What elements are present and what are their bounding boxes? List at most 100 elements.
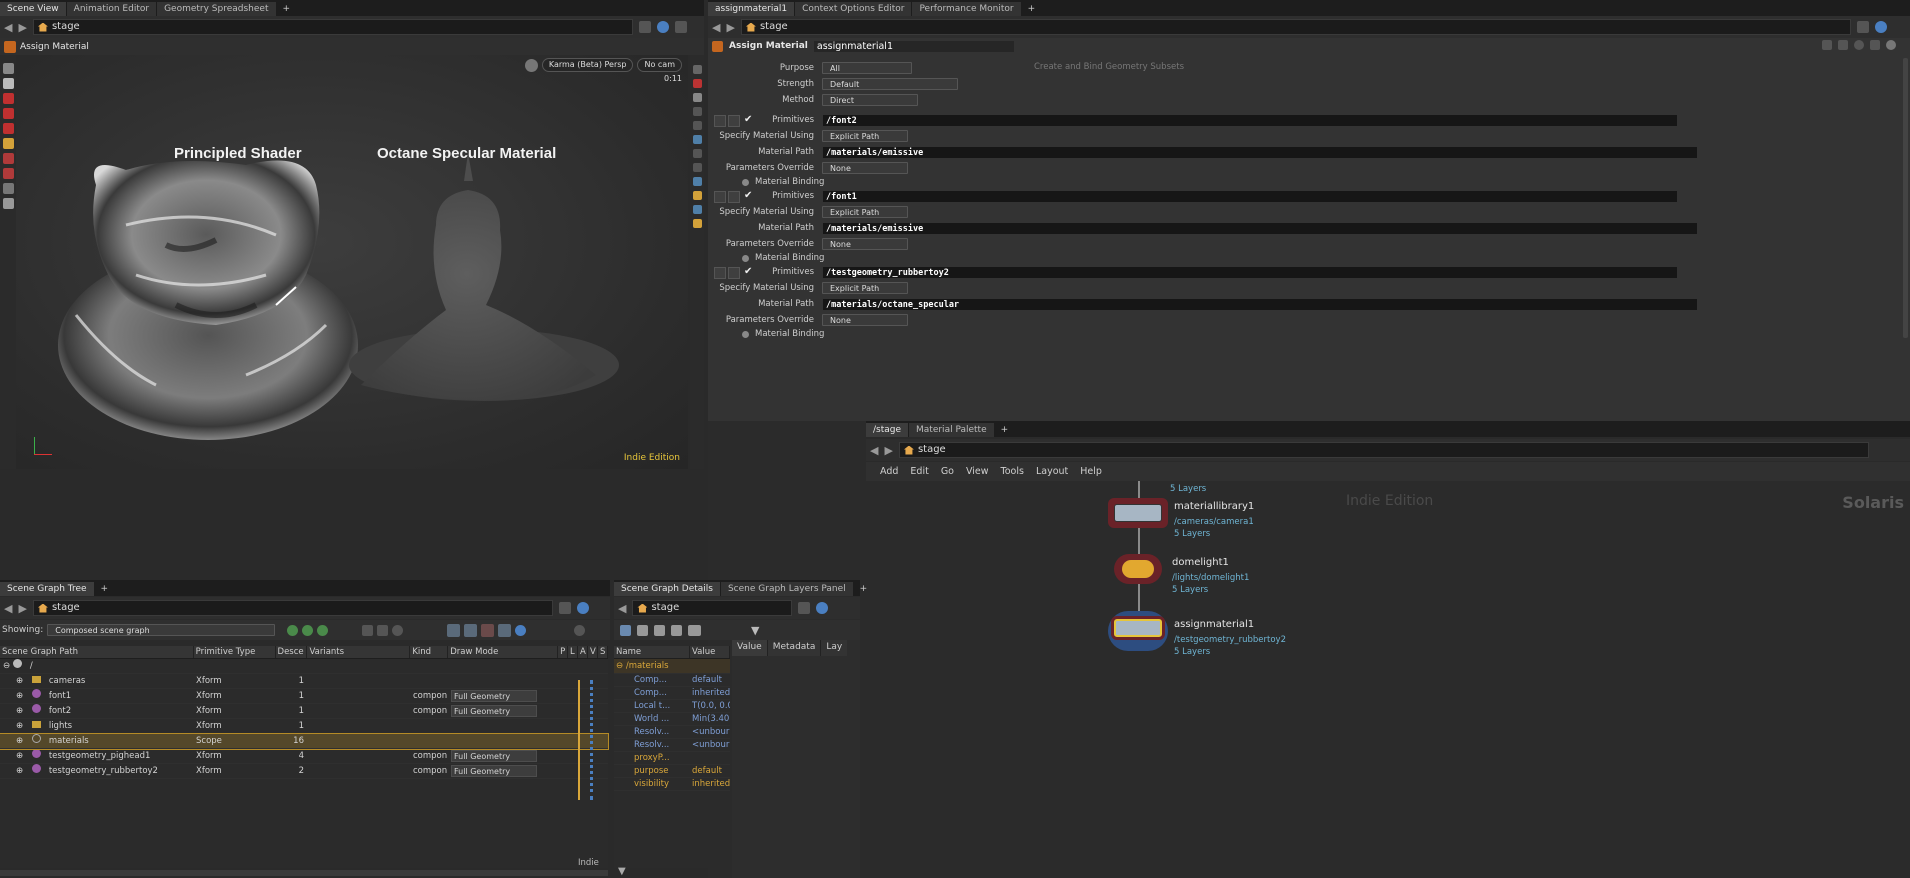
- tab-performance-monitor[interactable]: Performance Monitor: [912, 2, 1021, 16]
- pin-icon[interactable]: [558, 602, 571, 614]
- forward-arrow-icon[interactable]: ▶: [18, 602, 26, 615]
- table-row[interactable]: ⊕ font1 Xform 1 compon Full Geometry: [0, 689, 608, 704]
- add-tab-icon[interactable]: +: [277, 2, 297, 16]
- col-variants[interactable]: Variants: [307, 646, 411, 658]
- selectable-icon[interactable]: [498, 623, 512, 637]
- columns-icon[interactable]: [654, 624, 665, 636]
- menu-add[interactable]: Add: [880, 466, 898, 477]
- table-row[interactable]: ⊕ font2 Xform 1 compon Full Geometry: [0, 704, 608, 719]
- add-tab-icon[interactable]: +: [995, 423, 1015, 437]
- add-tab-icon[interactable]: +: [854, 582, 874, 596]
- table-row[interactable]: ⊕ lights Xform 1: [0, 719, 608, 734]
- add-tab-icon[interactable]: +: [95, 582, 115, 596]
- material-path-field[interactable]: /materials/emissive: [822, 145, 1698, 159]
- back-arrow-icon[interactable]: ◀: [4, 602, 12, 615]
- tab-scene-graph-tree[interactable]: Scene Graph Tree: [0, 582, 94, 596]
- 3d-viewport[interactable]: Principled Shader Octane Specular Materi…: [16, 55, 688, 469]
- details-row[interactable]: purpose default: [614, 765, 730, 778]
- expand-icon[interactable]: ⊕: [16, 691, 26, 701]
- table-row[interactable]: ⊕ materials Scope 16: [0, 733, 609, 750]
- tree-icon[interactable]: [1838, 40, 1848, 50]
- draw-mode-menu[interactable]: Full Geometry: [451, 765, 537, 777]
- lock-camera-icon[interactable]: [524, 58, 538, 72]
- tab-metadata[interactable]: Metadata: [767, 640, 822, 656]
- network-canvas[interactable]: Indie Edition Solaris 5 Layers materiall…: [866, 481, 1910, 878]
- tab-assignmaterial1[interactable]: assignmaterial1: [708, 2, 795, 16]
- details-row[interactable]: Comp... default: [614, 674, 730, 687]
- tab-context-options-editor[interactable]: Context Options Editor: [795, 2, 912, 16]
- draw-mode-menu[interactable]: Full Geometry: [451, 690, 537, 702]
- rows-icon[interactable]: [671, 624, 682, 636]
- expand-icon[interactable]: ⊕: [16, 766, 26, 776]
- folder-toggle-icon[interactable]: [742, 330, 749, 338]
- rotate-tool-icon[interactable]: [2, 108, 14, 119]
- texture-icon[interactable]: [692, 163, 702, 172]
- light-tool-icon[interactable]: [2, 198, 14, 209]
- table-row[interactable]: ⊖ /: [0, 659, 608, 674]
- details-filter-icon[interactable]: ▼: [618, 866, 626, 877]
- col-p[interactable]: P: [558, 646, 569, 658]
- pin-icon[interactable]: [638, 21, 651, 33]
- menu-layout[interactable]: Layout: [1036, 466, 1068, 477]
- tab-value[interactable]: Value: [732, 640, 768, 656]
- table-row[interactable]: ⊕ testgeometry_rubbertoy2 Xform 2 compon…: [0, 764, 608, 779]
- tab-geometry-spreadsheet[interactable]: Geometry Spreadsheet: [157, 2, 276, 16]
- menu-tools[interactable]: Tools: [1001, 466, 1024, 477]
- showing-menu[interactable]: Composed scene graph: [47, 624, 276, 636]
- folder-toggle-icon[interactable]: [742, 178, 749, 186]
- display-icon[interactable]: [692, 191, 702, 200]
- collapse-icon[interactable]: ⊖: [616, 661, 626, 671]
- wire-icon[interactable]: [692, 121, 702, 130]
- primitives-field[interactable]: /testgeometry_rubbertoy2: [822, 265, 1678, 279]
- draw-mode-menu[interactable]: Full Geometry: [451, 705, 537, 717]
- options-icon[interactable]: [377, 624, 389, 636]
- override-menu[interactable]: None: [822, 314, 908, 326]
- active-icon[interactable]: [481, 623, 495, 637]
- col-s[interactable]: S: [598, 646, 608, 658]
- add-tab-icon[interactable]: +: [1022, 2, 1042, 16]
- back-arrow-icon[interactable]: ◀: [870, 444, 878, 457]
- tab-scene-graph-layers[interactable]: Scene Graph Layers Panel: [720, 582, 853, 596]
- menu-help[interactable]: Help: [1080, 466, 1102, 477]
- expand-icon[interactable]: ⊕: [16, 736, 26, 746]
- draw-mode-menu[interactable]: Full Geometry: [451, 750, 537, 762]
- col-name[interactable]: Name: [614, 646, 690, 658]
- grid-icon[interactable]: [692, 177, 702, 186]
- specify-menu[interactable]: Explicit Path: [822, 206, 908, 218]
- forward-arrow-icon[interactable]: ▶: [726, 21, 734, 34]
- search-icon[interactable]: [1854, 40, 1864, 50]
- shade-icon[interactable]: [692, 135, 702, 144]
- override-menu[interactable]: None: [822, 238, 908, 250]
- snap-icon[interactable]: [692, 79, 702, 88]
- select-tool-icon[interactable]: [2, 63, 14, 74]
- details-row[interactable]: Resolv... <unbour: [614, 739, 730, 752]
- renderer-dropdown[interactable]: Karma (Beta) Persp: [541, 58, 634, 72]
- specify-menu[interactable]: Explicit Path: [822, 130, 908, 142]
- sort-icon[interactable]: [362, 624, 374, 636]
- camera-dropdown[interactable]: No cam: [637, 58, 682, 72]
- filter-funnel-icon[interactable]: ▼: [751, 624, 759, 637]
- move-tool-icon[interactable]: [2, 93, 14, 104]
- table-row[interactable]: ⊕ testgeometry_pighead1 Xform 4 compon F…: [0, 749, 608, 764]
- tree-view-icon[interactable]: [620, 624, 631, 636]
- list-view-icon[interactable]: [637, 624, 648, 636]
- details-row[interactable]: World ... Min(3.40: [614, 713, 730, 726]
- expand-icon[interactable]: ⊕: [16, 751, 26, 761]
- link-icon[interactable]: [816, 602, 829, 614]
- expand-icon[interactable]: ⊖: [3, 661, 13, 671]
- scale-tool-icon[interactable]: [2, 123, 14, 134]
- link-icon[interactable]: [576, 602, 589, 614]
- help-icon[interactable]: [1886, 40, 1896, 50]
- strength-menu[interactable]: Default: [822, 78, 958, 90]
- back-arrow-icon[interactable]: ◀: [4, 21, 12, 34]
- gear-icon[interactable]: [574, 624, 586, 636]
- menu-view[interactable]: View: [966, 466, 989, 477]
- link-icon[interactable]: [1874, 21, 1887, 33]
- pin-icon[interactable]: [798, 602, 811, 614]
- material-path-field[interactable]: /materials/emissive: [822, 221, 1698, 235]
- list-icon[interactable]: [1870, 40, 1880, 50]
- info-icon[interactable]: [515, 624, 527, 636]
- lock-tool-icon[interactable]: [2, 78, 14, 89]
- col-type[interactable]: Primitive Type: [194, 646, 276, 658]
- back-arrow-icon[interactable]: ◀: [618, 602, 626, 615]
